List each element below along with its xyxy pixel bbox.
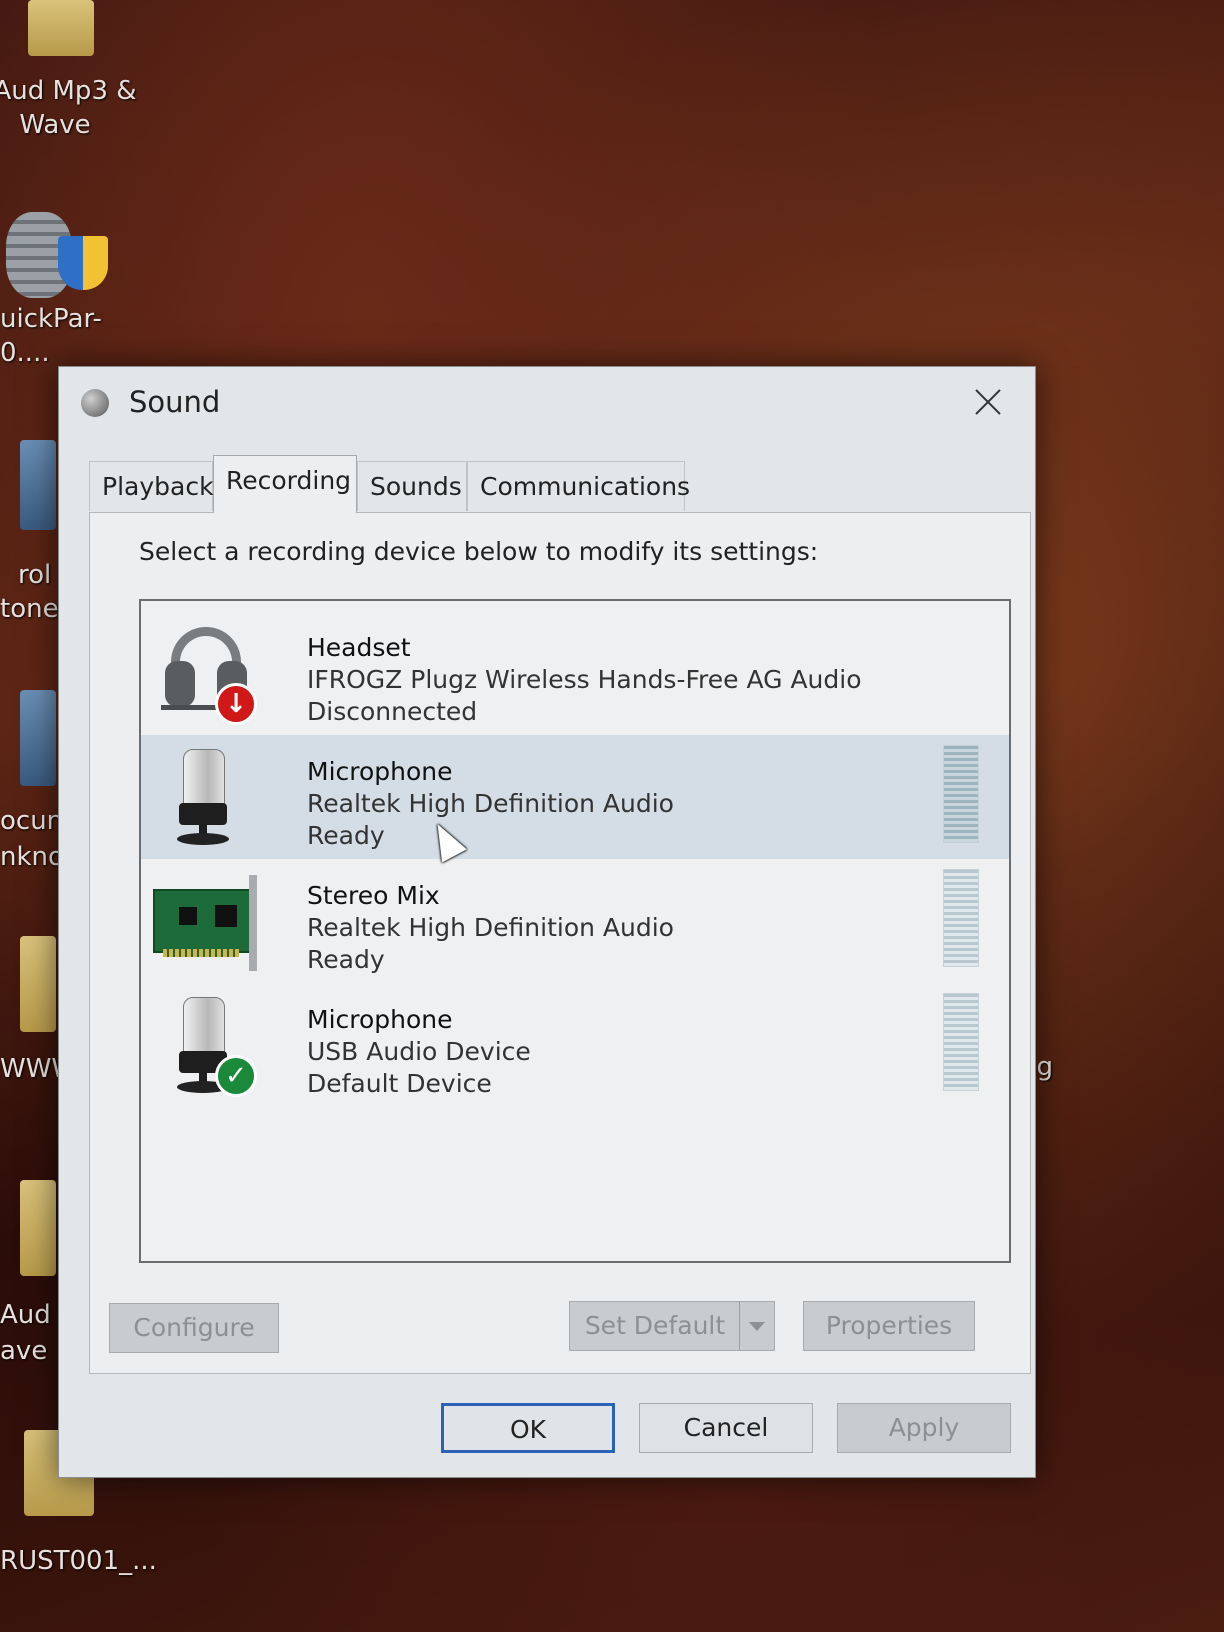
sound-card-icon — [153, 869, 261, 973]
tab-sounds[interactable]: Sounds — [357, 461, 467, 511]
desktop-icon-label: ocun — [0, 806, 64, 836]
set-default-split-button[interactable]: Set Default — [569, 1301, 775, 1351]
video-icon — [20, 690, 56, 786]
ok-button[interactable]: OK — [441, 1403, 615, 1453]
level-meter — [943, 745, 979, 843]
device-row-stereo-mix[interactable]: Stereo Mix Realtek High Definition Audio… — [141, 859, 1009, 983]
microphone-icon — [153, 745, 261, 849]
device-status: Ready — [307, 945, 385, 974]
properties-button[interactable]: Properties — [803, 1301, 975, 1351]
desktop-icon-label: WWW. — [0, 1054, 83, 1084]
device-name: Stereo Mix — [307, 881, 440, 910]
set-default-label: Set Default — [584, 1311, 726, 1340]
shield-icon — [58, 236, 108, 290]
device-name: Headset — [307, 633, 411, 662]
device-status: Ready — [307, 821, 385, 850]
device-row-microphone-usb[interactable]: ✓ Microphone USB Audio Device Default De… — [141, 983, 1009, 1107]
folder-icon — [20, 936, 56, 1032]
device-name: Microphone — [307, 1005, 453, 1034]
desktop-icon-label: ave — [0, 1336, 48, 1366]
tab-playback[interactable]: Playback — [89, 461, 214, 511]
desktop-icon-label: RUST001_... — [0, 1546, 157, 1576]
apply-button[interactable]: Apply — [837, 1403, 1011, 1453]
device-row-microphone-realtek[interactable]: Microphone Realtek High Definition Audio… — [141, 735, 1009, 859]
sound-dialog: Sound Playback Recording Sounds Communic… — [58, 366, 1036, 1478]
close-button[interactable] — [957, 377, 1017, 427]
headset-icon: ↓ — [153, 621, 261, 725]
folder-icon — [20, 1180, 56, 1276]
tab-recording[interactable]: Recording — [213, 455, 357, 513]
desktop-icon-label: Wave — [19, 110, 91, 140]
desktop-icon-label: uickPar-0.... — [0, 304, 102, 368]
desktop-icon-label: Aud — [0, 1300, 51, 1330]
level-meter — [943, 993, 979, 1091]
device-status: Disconnected — [307, 697, 478, 726]
speaker-icon — [81, 389, 109, 417]
title-bar[interactable]: Sound — [59, 367, 1035, 439]
dialog-title: Sound — [129, 385, 221, 419]
chevron-down-icon — [749, 1322, 765, 1331]
level-meter — [943, 869, 979, 967]
microphone-icon: ✓ — [153, 993, 261, 1097]
default-check-badge-icon: ✓ — [215, 1055, 257, 1097]
device-name: Microphone — [307, 757, 453, 786]
tab-communications[interactable]: Communications — [467, 461, 690, 511]
cancel-button[interactable]: Cancel — [639, 1403, 813, 1453]
folder-icon — [28, 0, 94, 56]
set-default-dropdown[interactable] — [739, 1302, 774, 1350]
device-description: IFROGZ Plugz Wireless Hands-Free AG Audi… — [307, 665, 862, 694]
desktop-icon-label: tonel — [0, 594, 66, 624]
device-description: USB Audio Device — [307, 1037, 531, 1066]
device-description: Realtek High Definition Audio — [307, 789, 674, 818]
device-status: Default Device — [307, 1069, 492, 1098]
instructions-text: Select a recording device below to modif… — [139, 537, 819, 566]
media-icon — [20, 440, 56, 530]
desktop-icon-label: Aud Mp3 & — [0, 76, 137, 106]
device-row-headset[interactable]: ↓ Headset IFROGZ Plugz Wireless Hands-Fr… — [141, 611, 1009, 735]
device-description: Realtek High Definition Audio — [307, 913, 674, 942]
disconnected-badge-icon: ↓ — [215, 683, 257, 725]
recording-device-list: ↓ Headset IFROGZ Plugz Wireless Hands-Fr… — [139, 599, 1011, 1263]
desktop-icon-label: rol — [18, 560, 52, 590]
configure-button[interactable]: Configure — [109, 1303, 279, 1353]
desktop-icon-label: nkno — [0, 842, 64, 872]
